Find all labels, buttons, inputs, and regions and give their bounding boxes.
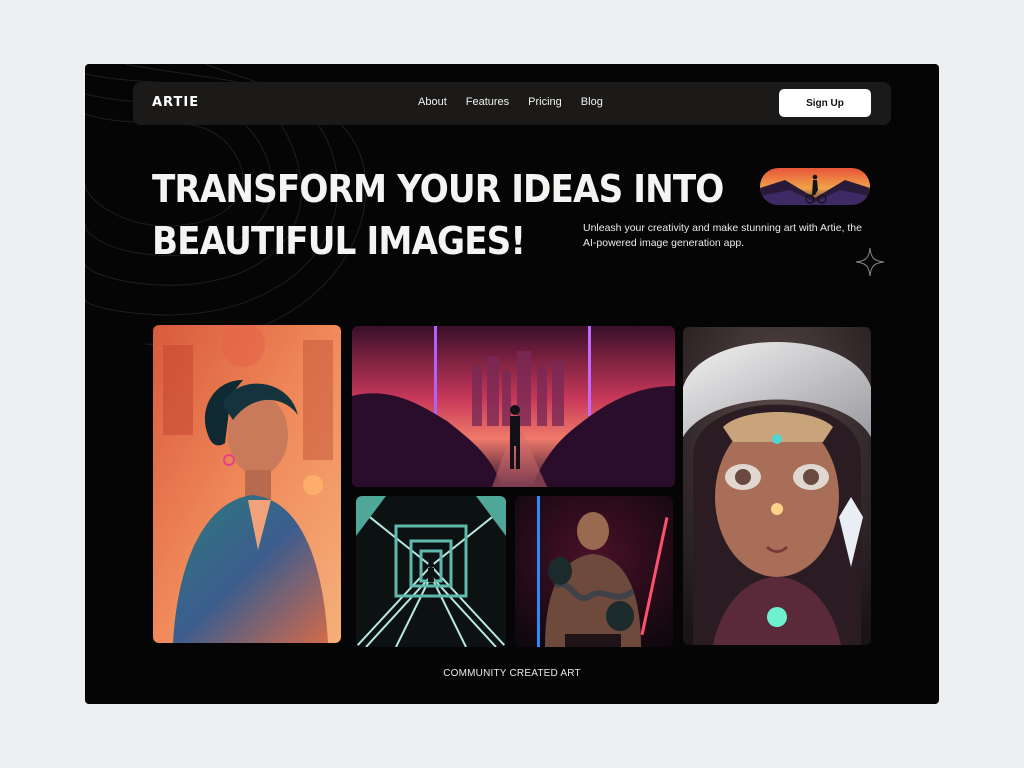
gallery-image-neon-boxer[interactable]: [515, 496, 673, 647]
nav-menu: About Features Pricing Blog: [418, 96, 603, 108]
gallery-image-woman-portrait[interactable]: [153, 325, 341, 643]
nav-link-blog[interactable]: Blog: [581, 96, 603, 108]
nav-link-features[interactable]: Features: [466, 96, 509, 108]
hero-title: TRANSFORM YOUR IDEAS INTO BEAUTIFUL IMAG…: [152, 163, 800, 267]
landing-page-frame: ARTIE About Features Pricing Blog Sign U…: [85, 64, 939, 704]
gallery-image-anime-girl[interactable]: [683, 327, 871, 645]
hero-thumbnail-cyclist: [760, 168, 870, 205]
top-navigation-bar: ARTIE About Features Pricing Blog Sign U…: [133, 82, 891, 125]
hero-title-line-2: BEAUTIFUL IMAGES!: [152, 219, 526, 263]
gallery-caption: COMMUNITY CREATED ART: [443, 668, 581, 679]
sign-up-button[interactable]: Sign Up: [779, 89, 871, 117]
gallery-image-neon-city[interactable]: [352, 326, 675, 487]
sparkle-icon: [855, 247, 885, 277]
hero-title-line-1: TRANSFORM YOUR IDEAS INTO: [152, 167, 724, 211]
gallery-image-geometric-corridor[interactable]: [356, 496, 506, 647]
nav-link-pricing[interactable]: Pricing: [528, 96, 562, 108]
artie-logo[interactable]: ARTIE: [152, 95, 199, 110]
nav-link-about[interactable]: About: [418, 96, 447, 108]
hero-description: Unleash your creativity and make stunnin…: [583, 222, 862, 249]
